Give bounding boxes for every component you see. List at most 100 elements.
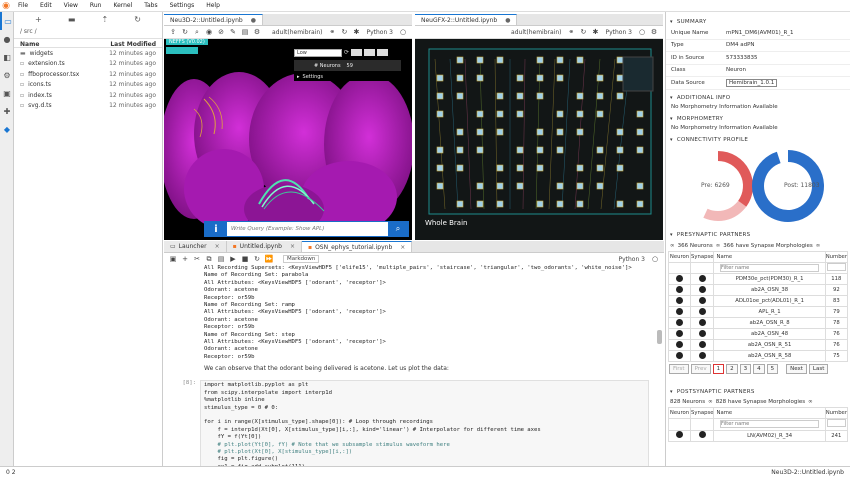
menu-tabs[interactable]: Tabs xyxy=(138,2,163,9)
circuit-node[interactable] xyxy=(556,182,564,190)
section-postsynaptic[interactable]: ▾ POSTSYNAPTIC PARTNERS xyxy=(666,386,850,397)
pager-button[interactable]: Next xyxy=(786,364,807,374)
column-modified[interactable]: Last Modified xyxy=(110,41,156,48)
circuit-node[interactable] xyxy=(536,146,544,154)
circuit-node[interactable] xyxy=(616,164,624,172)
circuit-node[interactable] xyxy=(576,164,584,172)
tab-untitled[interactable]: ▪ Untitled.ipynb × xyxy=(226,241,302,252)
close-icon[interactable]: × xyxy=(290,243,295,250)
info-icon[interactable]: i xyxy=(205,221,227,237)
circuit-node[interactable] xyxy=(436,164,444,172)
fast-forward-icon[interactable]: ⏩ xyxy=(263,255,275,263)
close-icon[interactable]: × xyxy=(400,244,405,251)
tab-neugfx[interactable]: NeuGFX-2::Untitled.ipynb ● xyxy=(415,14,518,25)
circuit-node[interactable] xyxy=(496,128,504,136)
file-row[interactable]: ▫ ffboprocessor.tsx 12 minutes ago xyxy=(14,69,162,80)
tab-osn-ephys[interactable]: ▪ OSN_ephys_tutorial.ipynb × xyxy=(301,241,413,252)
infinity-icon[interactable]: ∞ xyxy=(808,399,813,405)
add-neuron-icon[interactable] xyxy=(676,351,683,359)
section-summary[interactable]: ▾ SUMMARY xyxy=(666,16,850,27)
circuit-node[interactable] xyxy=(516,110,524,118)
circuit-node[interactable] xyxy=(456,146,464,154)
partner-name[interactable]: ab2A_OSN_38 xyxy=(713,284,826,296)
option-button[interactable] xyxy=(377,49,389,56)
file-row[interactable]: ▬ widgets 12 minutes ago xyxy=(14,48,162,59)
kernel-name[interactable]: adult(hemibrain) xyxy=(268,29,326,36)
menu-file[interactable]: File xyxy=(12,2,34,9)
add-neuron-icon[interactable] xyxy=(676,285,683,293)
add-synapse-icon[interactable] xyxy=(698,329,706,337)
circuit-node[interactable] xyxy=(616,74,624,82)
circuit-node[interactable] xyxy=(536,164,544,172)
add-synapse-icon[interactable] xyxy=(698,307,706,315)
add-neuron-icon[interactable] xyxy=(676,307,683,315)
scrollbar[interactable] xyxy=(657,330,662,344)
commands-icon[interactable]: ◧ xyxy=(0,48,14,66)
pager-button[interactable]: Last xyxy=(808,364,829,374)
gear-icon[interactable]: ⚙ xyxy=(251,28,263,36)
circuit-node[interactable] xyxy=(576,56,584,64)
paste-icon[interactable]: ▤ xyxy=(215,255,227,263)
data-source-select[interactable]: Hemibrain_1.0.1 xyxy=(726,78,778,87)
infinity-icon[interactable]: ∞ xyxy=(716,243,721,249)
add-synapse-icon[interactable] xyxy=(698,274,706,282)
circuit-node[interactable] xyxy=(496,164,504,172)
circuit-node[interactable] xyxy=(516,92,524,100)
circuit-node[interactable] xyxy=(576,182,584,190)
infinity-icon[interactable]: ∞ xyxy=(708,399,713,405)
eye-icon[interactable]: ◉ xyxy=(203,28,215,36)
settings-icon[interactable]: ⚙ xyxy=(648,28,660,36)
circuit-node[interactable] xyxy=(476,182,484,190)
circuit-node[interactable] xyxy=(636,146,644,154)
partner-name[interactable]: ADL01oe_pct(ADL01)_R_1 xyxy=(713,295,826,307)
circuit-node[interactable] xyxy=(496,92,504,100)
partner-name[interactable]: APL_R_1 xyxy=(713,306,826,318)
pager-button[interactable]: 5 xyxy=(766,364,779,374)
circuit-node[interactable] xyxy=(596,74,604,82)
section-presynaptic[interactable]: ▾ PRESYNAPTIC PARTNERS xyxy=(666,230,850,241)
circuit-node[interactable] xyxy=(476,56,484,64)
col-neuron[interactable]: Neuron xyxy=(668,407,691,419)
circuit-node[interactable] xyxy=(436,182,444,190)
add-neuron-icon[interactable] xyxy=(676,340,683,348)
pin-icon[interactable]: ✎ xyxy=(227,28,239,36)
copy-icon[interactable]: ⧉ xyxy=(203,255,215,264)
circuit-node[interactable] xyxy=(556,200,564,208)
pager-button[interactable]: 4 xyxy=(753,364,765,374)
markdown-cell[interactable]: We can observe that the odorant being de… xyxy=(164,365,664,372)
add-synapse-icon[interactable] xyxy=(698,431,706,438)
refresh-icon[interactable]: ↻ xyxy=(134,15,141,24)
new-launcher-icon[interactable]: + xyxy=(35,15,42,24)
tabs-icon[interactable]: ▣ xyxy=(0,84,14,102)
circuit-node[interactable] xyxy=(596,164,604,172)
neuron-icon[interactable]: ✱ xyxy=(350,28,362,36)
partner-name[interactable]: ab2A_OSN_48 xyxy=(713,328,826,340)
property-inspector-icon[interactable]: ⚙ xyxy=(0,66,14,84)
menu-view[interactable]: View xyxy=(58,2,84,9)
neuron-icon[interactable]: ✱ xyxy=(589,28,601,36)
circuit-node[interactable] xyxy=(556,128,564,136)
neu3d-viewer[interactable]: NEFFS (V0.02) Low ⟳ # Neurons 59 ▸ Setti… xyxy=(164,39,412,240)
tab-launcher[interactable]: ▭ Launcher × xyxy=(164,241,227,252)
circuit-node[interactable] xyxy=(456,128,464,136)
partner-name[interactable]: PDM30e_pct(PDM30)_R_1 xyxy=(713,273,826,285)
pager-button[interactable]: First xyxy=(669,364,689,374)
partner-name[interactable]: LN(AVM02)_R_34 xyxy=(713,429,826,442)
trash-icon[interactable]: ▤ xyxy=(239,28,251,36)
col-name[interactable]: Name xyxy=(713,407,826,419)
close-icon[interactable]: × xyxy=(215,243,220,250)
circuit-node[interactable] xyxy=(536,74,544,82)
code-cell[interactable]: [8]: import matplotlib.pyplot as plt from… xyxy=(164,380,664,466)
number-filter-input[interactable] xyxy=(826,419,846,427)
cut-icon[interactable]: ✂ xyxy=(191,255,203,263)
circuit-node[interactable] xyxy=(436,110,444,118)
refresh-icon[interactable]: ↻ xyxy=(179,28,191,36)
settings-row[interactable]: ▸ Settings xyxy=(294,72,401,81)
circuit-node[interactable] xyxy=(516,146,524,154)
kernel-name[interactable]: adult(hemibrain) xyxy=(507,29,565,36)
add-neuron-icon[interactable] xyxy=(676,431,683,438)
circuit-node[interactable] xyxy=(616,128,624,136)
circuit-node[interactable] xyxy=(436,74,444,82)
file-row[interactable]: ▫ icons.ts 12 minutes ago xyxy=(14,80,162,91)
circuit-node[interactable] xyxy=(556,110,564,118)
